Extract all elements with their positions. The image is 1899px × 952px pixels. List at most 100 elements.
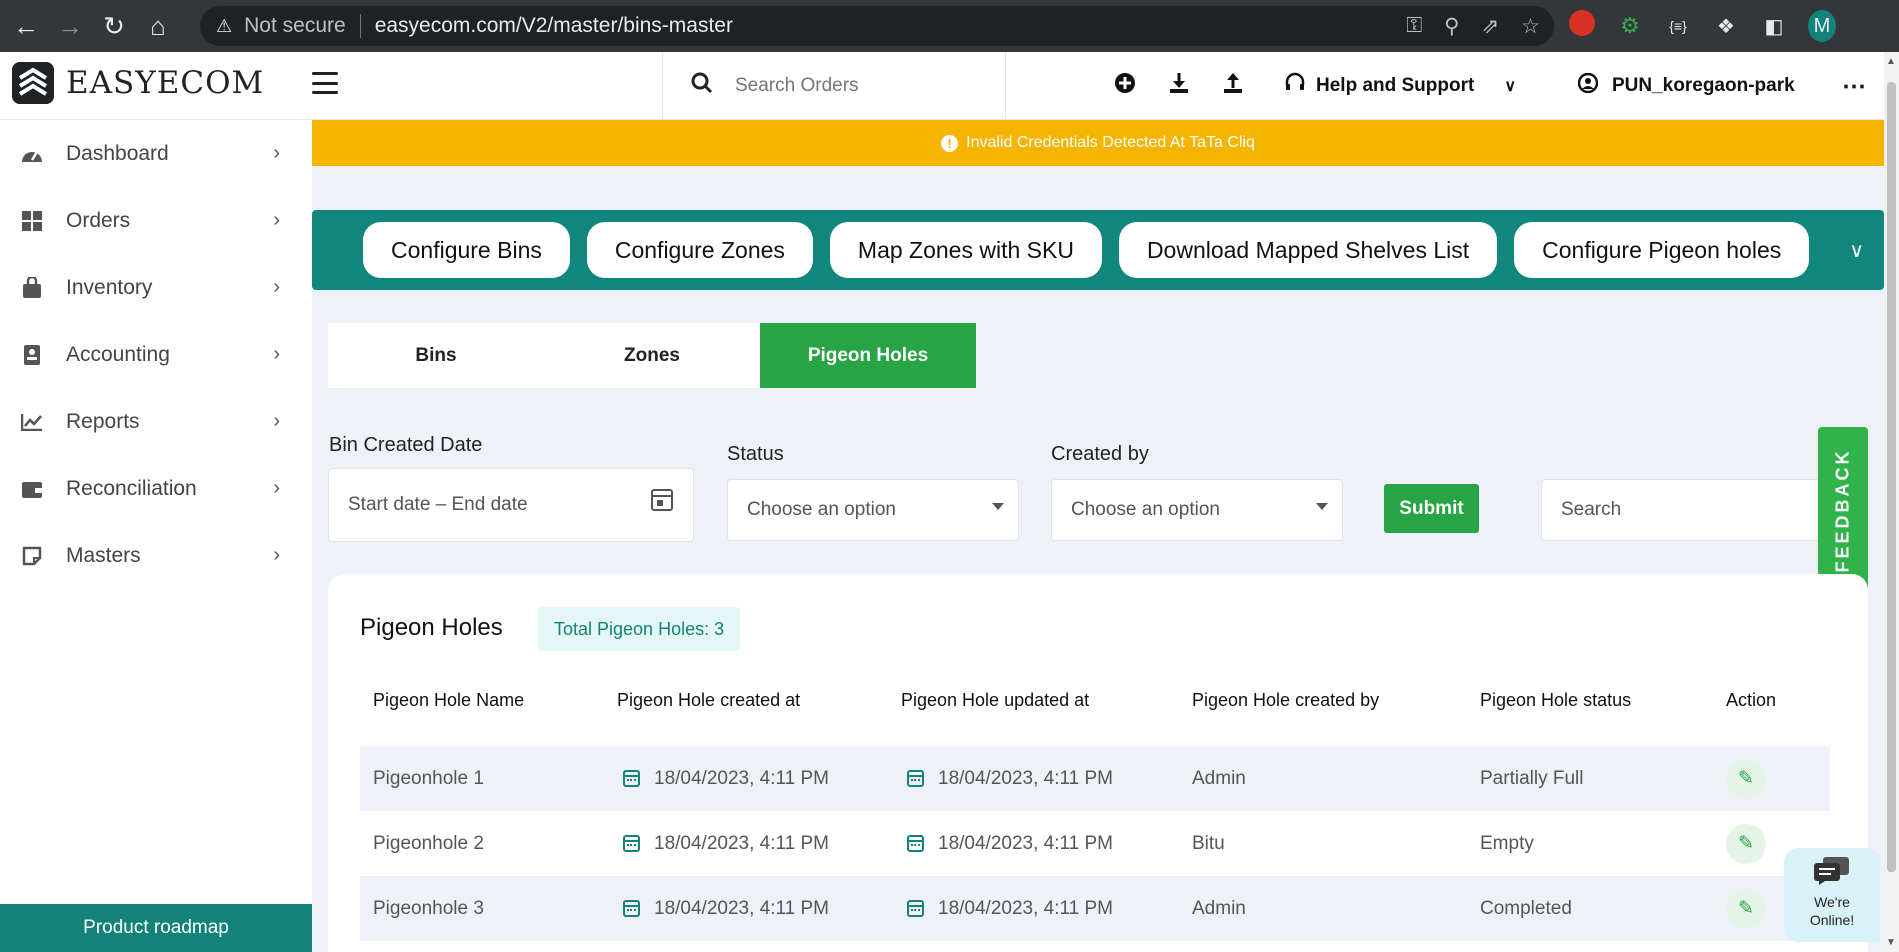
brand-logo[interactable]: EASYECOM bbox=[12, 62, 264, 104]
created-at-cell: 18/04/2023, 4:11 PM bbox=[623, 811, 829, 876]
search-icon bbox=[691, 72, 713, 100]
menu-hamburger-icon[interactable] bbox=[312, 72, 338, 94]
chevron-right-icon: › bbox=[273, 410, 280, 432]
note-icon bbox=[20, 545, 44, 567]
configure-bins-button[interactable]: Configure Bins bbox=[363, 222, 570, 278]
created-at-value: 18/04/2023, 4:11 PM bbox=[654, 832, 829, 854]
scroll-down-arrow-icon[interactable]: ▼ bbox=[1886, 937, 1896, 948]
user-label: PUN_koregaon-park bbox=[1612, 75, 1795, 96]
status-select-value: Choose an option bbox=[747, 499, 896, 520]
calendar-icon bbox=[623, 900, 640, 917]
search-orders-box[interactable] bbox=[662, 52, 1006, 120]
sidebar-item-label: Reconciliation bbox=[66, 476, 197, 500]
sidebar-item-accounting[interactable]: Accounting › bbox=[0, 321, 312, 388]
table-row[interactable]: Pigeonhole 3 18/04/2023, 4:11 PM 18/04/2… bbox=[360, 876, 1830, 941]
browser-toolbar: ← → ↻ ⌂ ⚠ Not secure easyecom.com/V2/mas… bbox=[0, 0, 1899, 52]
caret-down-icon bbox=[992, 503, 1004, 510]
table-title: Pigeon Holes bbox=[360, 614, 503, 641]
edit-pencil-icon[interactable]: ✎ bbox=[1726, 823, 1766, 864]
alert-banner-text: Invalid Credentials Detected At TaTa Cli… bbox=[966, 134, 1255, 151]
zoom-icon[interactable]: ⚲ bbox=[1444, 14, 1459, 39]
column-header[interactable]: Pigeon Hole created at bbox=[617, 690, 800, 711]
table-row[interactable]: Pigeonhole 1 18/04/2023, 4:11 PM 18/04/2… bbox=[360, 746, 1830, 811]
pigeon-hole-name: Pigeonhole 2 bbox=[373, 832, 484, 854]
extension-braces-icon[interactable]: {≡} bbox=[1664, 18, 1692, 34]
sidebar-item-reports[interactable]: Reports › bbox=[0, 388, 312, 455]
sidebar-item-masters[interactable]: Masters › bbox=[0, 522, 312, 589]
scroll-up-arrow-icon[interactable]: ▲ bbox=[1886, 56, 1896, 67]
extension-stop-icon[interactable] bbox=[1568, 10, 1596, 42]
edit-pencil-icon[interactable]: ✎ bbox=[1726, 758, 1766, 799]
date-range-picker[interactable]: Start date – End date bbox=[328, 468, 694, 542]
column-header[interactable]: Pigeon Hole Name bbox=[373, 690, 524, 711]
date-range-placeholder: Start date – End date bbox=[348, 494, 528, 515]
chevron-down-icon[interactable]: ∨ bbox=[1849, 238, 1864, 263]
updated-at-cell: 18/04/2023, 4:11 PM bbox=[907, 746, 1113, 811]
security-label: Not secure bbox=[244, 14, 346, 37]
table-search-box[interactable]: Search bbox=[1541, 479, 1821, 541]
configure-pigeon-holes-button[interactable]: Configure Pigeon holes bbox=[1514, 222, 1810, 278]
chevron-right-icon: › bbox=[273, 343, 280, 365]
calendar-icon bbox=[907, 770, 924, 787]
user-location-menu[interactable]: PUN_koregaon-park bbox=[1577, 52, 1795, 120]
download-icon[interactable] bbox=[1168, 72, 1190, 100]
total-count-badge: Total Pigeon Holes: 3 bbox=[538, 607, 741, 651]
tab-zones[interactable]: Zones bbox=[544, 323, 760, 388]
url-text[interactable]: easyecom.com/V2/master/bins-master bbox=[375, 14, 733, 38]
configure-zones-button[interactable]: Configure Zones bbox=[586, 222, 813, 278]
table-row[interactable]: Pigeonhole 2 18/04/2023, 4:11 PM 18/04/2… bbox=[360, 811, 1830, 876]
sidebar-item-label: Dashboard bbox=[66, 141, 169, 165]
reload-icon[interactable]: ↻ bbox=[96, 8, 132, 44]
configuration-bar: Configure Bins Configure Zones Map Zones… bbox=[312, 210, 1884, 290]
download-mapped-shelves-button[interactable]: Download Mapped Shelves List bbox=[1118, 222, 1498, 278]
user-circle-icon bbox=[1577, 72, 1599, 99]
column-header[interactable]: Pigeon Hole created by bbox=[1192, 690, 1379, 711]
created-by-value: Bitu bbox=[1192, 832, 1225, 854]
submit-button[interactable]: Submit bbox=[1384, 484, 1479, 533]
calendar-icon[interactable] bbox=[651, 489, 673, 511]
key-icon[interactable]: ⚿ bbox=[1406, 14, 1422, 38]
status-select[interactable]: Choose an option bbox=[727, 479, 1019, 541]
search-orders-input[interactable] bbox=[735, 75, 995, 97]
back-arrow-icon[interactable]: ← bbox=[8, 8, 44, 44]
column-header[interactable]: Pigeon Hole updated at bbox=[901, 690, 1089, 711]
home-icon[interactable]: ⌂ bbox=[140, 8, 176, 44]
page-scrollbar[interactable]: ▲ ▼ bbox=[1884, 52, 1899, 952]
live-chat-widget[interactable]: We're Online! bbox=[1784, 848, 1880, 942]
updated-at-value: 18/04/2023, 4:11 PM bbox=[938, 897, 1113, 919]
side-panel-icon[interactable]: ◧ bbox=[1760, 14, 1788, 39]
share-icon[interactable]: ⇗ bbox=[1482, 14, 1500, 39]
column-header[interactable]: Pigeon Hole status bbox=[1480, 690, 1631, 711]
scrollbar-thumb[interactable] bbox=[1887, 82, 1896, 872]
address-bar[interactable]: ⚠ Not secure easyecom.com/V2/master/bins… bbox=[200, 6, 1554, 46]
chevron-down-icon: ∨ bbox=[1504, 78, 1517, 95]
extension-gear-icon[interactable]: ⚙ bbox=[1616, 13, 1644, 39]
more-options-icon[interactable]: ⋯ bbox=[1842, 72, 1866, 101]
help-and-support-menu[interactable]: Help and Support ∨ bbox=[1284, 72, 1516, 100]
created-by-select[interactable]: Choose an option bbox=[1051, 479, 1343, 541]
info-circle-icon: ! bbox=[941, 134, 959, 152]
add-circle-icon[interactable] bbox=[1114, 72, 1136, 100]
sidebar-item-label: Masters bbox=[66, 543, 141, 567]
sidebar-item-orders[interactable]: Orders › bbox=[0, 187, 312, 254]
dashboard-icon bbox=[20, 143, 44, 165]
sidebar-item-dashboard[interactable]: Dashboard › bbox=[0, 120, 312, 187]
app-header: EASYECOM Help and Support ∨ PUN_koregaon bbox=[0, 52, 1884, 120]
product-roadmap-button[interactable]: Product roadmap bbox=[0, 904, 312, 952]
bookmark-star-icon[interactable]: ☆ bbox=[1521, 14, 1540, 39]
feedback-label: FEEDBACK bbox=[1832, 447, 1853, 573]
tab-pigeon-holes[interactable]: Pigeon Holes bbox=[760, 323, 976, 388]
forward-arrow-icon[interactable]: → bbox=[52, 8, 88, 44]
profile-avatar[interactable]: M bbox=[1808, 10, 1836, 42]
headset-icon bbox=[1284, 72, 1306, 100]
sidebar-item-reconciliation[interactable]: Reconciliation › bbox=[0, 455, 312, 522]
tab-bins[interactable]: Bins bbox=[328, 323, 544, 388]
sidebar-item-inventory[interactable]: Inventory › bbox=[0, 254, 312, 321]
upload-icon[interactable] bbox=[1222, 72, 1244, 100]
feedback-tab[interactable]: FEEDBACK bbox=[1818, 427, 1868, 593]
map-zones-with-sku-button[interactable]: Map Zones with SKU bbox=[829, 222, 1102, 278]
puzzle-icon[interactable]: ❖ bbox=[1712, 14, 1740, 39]
calendar-icon bbox=[623, 770, 640, 787]
edit-pencil-icon[interactable]: ✎ bbox=[1726, 888, 1766, 929]
status-value: Completed bbox=[1480, 897, 1572, 919]
